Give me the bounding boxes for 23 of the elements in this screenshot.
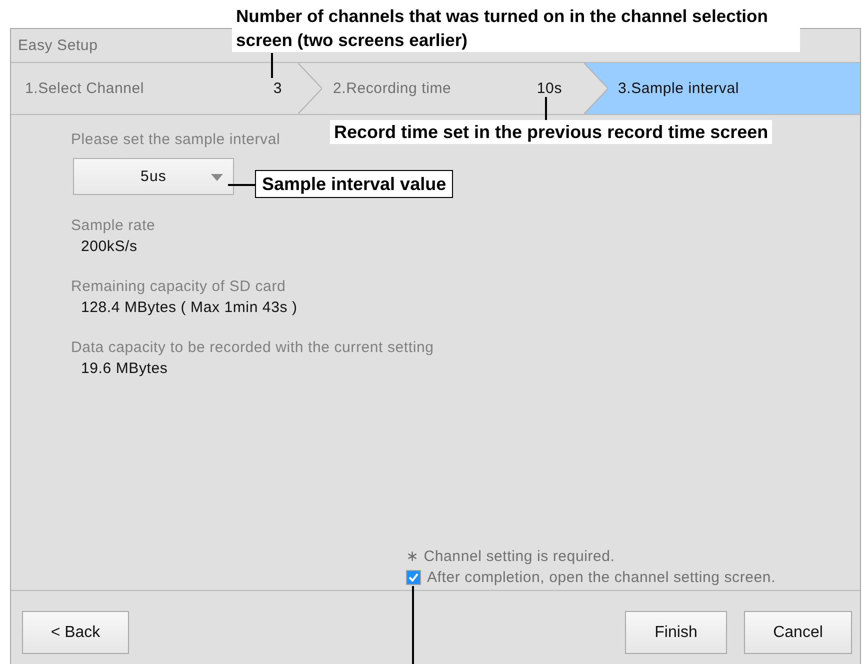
window-title: Easy Setup (18, 37, 98, 54)
caret-icon (211, 174, 223, 181)
prompt-text: Please set the sample interval (71, 131, 280, 148)
interval-dropdown[interactable]: 5us (73, 158, 234, 195)
leader-line (271, 53, 272, 78)
cancel-button[interactable]: Cancel (744, 611, 852, 654)
leader-line (545, 97, 546, 120)
info-value: 200kS/s (80, 237, 138, 257)
note-text: ∗ Channel setting is required. (406, 547, 616, 565)
checkbox-label: After completion, open the channel setting screen. (427, 569, 776, 586)
leader-line (228, 184, 255, 186)
checkbox[interactable] (406, 570, 421, 585)
info-label: Data capacity to be recorded with the current setting (71, 338, 434, 358)
info-label: Sample rate (71, 216, 156, 236)
callout-label: Record time set in the previous record time screen (330, 120, 772, 144)
finish-button[interactable]: Finish (625, 611, 727, 654)
info-value: 128.4 MBytes ( Max 1min 43s ) (80, 298, 298, 318)
info-value: 19.6 MBytes (80, 359, 169, 379)
step-tab[interactable]: 2.Recording time 10s (322, 63, 584, 114)
back-button[interactable]: < Back (22, 611, 129, 654)
step-tab[interactable]: 1.Select Channel 3 (11, 63, 298, 114)
callout-label: Sample interval value (255, 170, 454, 198)
info-label: Remaining capacity of SD card (71, 277, 287, 297)
